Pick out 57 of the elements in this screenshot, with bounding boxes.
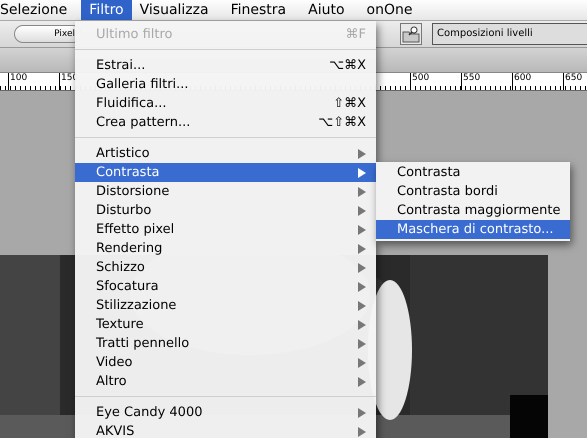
menu-item-label: Altro — [96, 374, 128, 389]
menu-item-label: Fluidifica... — [96, 96, 168, 111]
menu-item[interactable]: Stilizzazione — [75, 296, 376, 315]
menu-item-label: Distorsione — [96, 184, 170, 199]
menu-item-label: Schizzo — [96, 260, 146, 275]
menu-item-label: Video — [96, 355, 134, 370]
menu-item-label: Tratti pennello — [96, 336, 190, 351]
menu-item[interactable]: Effetto pixel — [75, 220, 376, 239]
ruler-label: 500 — [410, 73, 461, 90]
menu-item-label: Eye Candy 4000 — [96, 405, 204, 420]
menu-item[interactable]: Crea pattern... ⌥⇧⌘X — [75, 113, 376, 132]
menu-item-label: Estrai... — [96, 58, 146, 73]
menu-title[interactable]: Finestra — [222, 0, 294, 20]
menu-item[interactable]: Rendering — [75, 239, 376, 258]
menu-item[interactable]: Artistico — [75, 144, 376, 163]
menu-item[interactable]: Texture — [75, 315, 376, 334]
menu-item[interactable]: Distorsione — [75, 182, 376, 201]
shortcut-label: ⌘F — [346, 27, 366, 42]
menu-item[interactable]: Disturbo — [75, 201, 376, 220]
menu-item[interactable]: Tratti pennello — [75, 334, 376, 353]
menu-item-label: Stilizzazione — [96, 298, 178, 313]
menu-item-label: Ultimo filtro — [96, 27, 174, 42]
panel-tab[interactable]: Composizioni livelli — [432, 23, 587, 45]
menu-item[interactable]: Contrasta — [376, 163, 570, 182]
menu-title[interactable]: Selezione — [0, 0, 76, 20]
menu-item-label: Disturbo — [96, 203, 152, 218]
menu-item[interactable]: Altro — [75, 372, 376, 391]
menu-title[interactable]: Filtro — [81, 0, 132, 20]
menu-item[interactable]: Contrasta — [75, 163, 376, 182]
menu-item-label: Artistico — [96, 146, 151, 161]
menu-item[interactable]: Fluidifica... ⇧⌘X — [75, 94, 376, 113]
ruler-label: 600 — [512, 73, 563, 90]
menu-item[interactable]: Schizzo — [75, 258, 376, 277]
menu-item-label: Texture — [96, 317, 145, 332]
menu-item[interactable]: Estrai... ⌥⌘X — [75, 56, 376, 75]
menu-item[interactable]: Sfocatura — [75, 277, 376, 296]
folder-search-icon[interactable] — [400, 23, 422, 45]
menu-title[interactable]: Aiuto — [300, 0, 353, 20]
shortcut-label: ⌥⇧⌘X — [318, 115, 366, 130]
shortcut-label: ⇧⌘X — [333, 96, 366, 111]
menu-item-label: Crea pattern... — [96, 115, 192, 130]
menu-item[interactable]: Contrasta bordi — [376, 182, 570, 201]
ruler-label: 550 — [461, 73, 512, 90]
menu-item[interactable]: Eye Candy 4000 — [75, 403, 376, 422]
ruler-label: 650 — [563, 73, 587, 90]
menu-title[interactable]: onOne — [358, 0, 420, 20]
menu-title[interactable]: Visualizza — [132, 0, 217, 20]
menu-item-label: Effetto pixel — [96, 222, 176, 237]
shortcut-label: ⌥⌘X — [329, 58, 366, 73]
menu-item-label: Sfocatura — [96, 279, 160, 294]
menu-item[interactable]: Contrasta maggiormente — [376, 201, 570, 220]
menu-item-label: Rendering — [96, 241, 164, 256]
menu-item[interactable]: Maschera di contrasto... — [376, 220, 570, 239]
ruler-label: 100 — [8, 73, 59, 90]
menu-item-label: AKVIS — [96, 424, 136, 438]
menu-item[interactable]: Video — [75, 353, 376, 372]
menu-item-label: Contrasta — [96, 165, 161, 180]
